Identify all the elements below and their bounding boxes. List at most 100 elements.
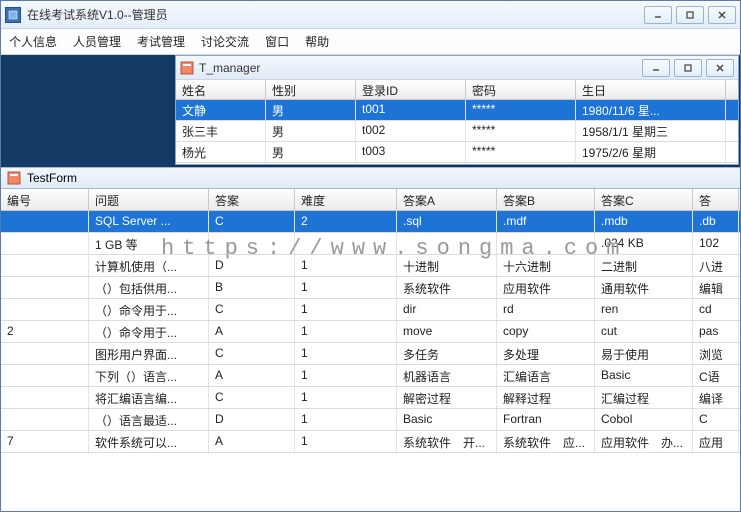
testform-cell[interactable] xyxy=(1,387,89,408)
testform-cell[interactable]: C xyxy=(209,211,295,232)
testform-cell[interactable]: cut xyxy=(595,321,693,342)
tf-col-answer[interactable]: 答案 xyxy=(209,189,295,210)
testform-cell[interactable]: 1 xyxy=(295,387,397,408)
manager-col-birthday[interactable]: 生日 xyxy=(576,80,726,99)
tf-col-b[interactable]: 答案B xyxy=(497,189,595,210)
testform-row[interactable]: （）命令用于...C1dirrdrencd xyxy=(1,299,740,321)
testform-cell[interactable]: 系统软件 xyxy=(397,277,497,298)
testform-cell[interactable]: 浏览 xyxy=(693,343,739,364)
testform-cell[interactable] xyxy=(1,255,89,276)
testform-cell[interactable]: C语 xyxy=(693,365,739,386)
testform-cell[interactable]: .mdf xyxy=(497,211,595,232)
testform-cell[interactable]: cd xyxy=(693,299,739,320)
manager-cell[interactable]: 杨光 xyxy=(176,142,266,162)
testform-cell[interactable]: （）命令用于... xyxy=(89,299,209,320)
testform-cell[interactable]: 1 xyxy=(295,431,397,452)
testform-cell[interactable]: 汇编语言 xyxy=(497,365,595,386)
manager-cell[interactable]: 张三丰 xyxy=(176,121,266,141)
testform-cell[interactable]: 机器语言 xyxy=(397,365,497,386)
tf-col-c[interactable]: 答案C xyxy=(595,189,693,210)
testform-cell[interactable]: copy xyxy=(497,321,595,342)
manager-col-password[interactable]: 密码 xyxy=(466,80,576,99)
testform-cell[interactable]: 1 xyxy=(295,277,397,298)
manager-cell[interactable]: 男 xyxy=(266,121,356,141)
manager-maximize-button[interactable] xyxy=(674,59,702,77)
testform-cell[interactable]: 应用 xyxy=(693,431,739,452)
testform-cell[interactable]: 2 xyxy=(295,211,397,232)
testform-row[interactable]: （）包括供用...B1系统软件应用软件通用软件编辑 xyxy=(1,277,740,299)
testform-cell[interactable]: 102 xyxy=(693,233,739,254)
testform-cell[interactable] xyxy=(1,299,89,320)
testform-cell[interactable]: 1 xyxy=(295,365,397,386)
tf-col-d[interactable]: 答 xyxy=(693,189,739,210)
testform-cell[interactable]: SQL Server ... xyxy=(89,211,209,232)
manager-cell[interactable]: t002 xyxy=(356,121,466,141)
testform-cell[interactable]: D xyxy=(209,255,295,276)
testform-row[interactable]: 7软件系统可以...A1系统软件 开...系统软件 应...应用软件 办...应… xyxy=(1,431,740,453)
testform-cell[interactable]: 八进 xyxy=(693,255,739,276)
testform-cell[interactable]: C xyxy=(209,299,295,320)
manager-cell[interactable]: 文静 xyxy=(176,100,266,120)
testform-cell[interactable]: 系统软件 应... xyxy=(497,431,595,452)
testform-cell[interactable]: move xyxy=(397,321,497,342)
testform-cell[interactable] xyxy=(1,343,89,364)
testform-cell[interactable] xyxy=(1,211,89,232)
testform-cell[interactable]: 二进制 xyxy=(595,255,693,276)
tf-col-difficulty[interactable]: 难度 xyxy=(295,189,397,210)
menu-discuss[interactable]: 讨论交流 xyxy=(201,33,249,50)
manager-cell[interactable]: ***** xyxy=(466,121,576,141)
testform-cell[interactable]: Basic xyxy=(595,365,693,386)
testform-cell[interactable]: C xyxy=(209,387,295,408)
testform-cell[interactable]: Cobol xyxy=(595,409,693,430)
testform-cell[interactable]: （）命令用于... xyxy=(89,321,209,342)
testform-row[interactable]: （）语言最适...D1BasicFortranCobolC xyxy=(1,409,740,431)
manager-row[interactable]: 张三丰男t002*****1958/1/1 星期三 xyxy=(176,121,738,142)
manager-cell[interactable]: 1975/2/6 星期 xyxy=(576,142,726,162)
testform-cell[interactable]: 将汇编语言编... xyxy=(89,387,209,408)
testform-cell[interactable]: 1 xyxy=(295,321,397,342)
testform-cell[interactable]: rd xyxy=(497,299,595,320)
testform-row[interactable]: SQL Server ...C2.sql.mdf.mdb.db xyxy=(1,211,740,233)
manager-col-name[interactable]: 姓名 xyxy=(176,80,266,99)
testform-cell[interactable] xyxy=(397,233,497,254)
testform-cell[interactable]: .sql xyxy=(397,211,497,232)
testform-cell[interactable] xyxy=(1,277,89,298)
testform-cell[interactable]: 多任务 xyxy=(397,343,497,364)
testform-cell[interactable]: Basic xyxy=(397,409,497,430)
manager-cell[interactable]: t001 xyxy=(356,100,466,120)
testform-cell[interactable]: 汇编过程 xyxy=(595,387,693,408)
testform-row[interactable]: 下列（）语言...A1机器语言汇编语言BasicC语 xyxy=(1,365,740,387)
testform-cell[interactable]: .db xyxy=(693,211,739,232)
close-button[interactable] xyxy=(708,6,736,24)
testform-cell[interactable]: 十进制 xyxy=(397,255,497,276)
minimize-button[interactable] xyxy=(644,6,672,24)
manager-close-button[interactable] xyxy=(706,59,734,77)
testform-cell[interactable]: 1 xyxy=(295,255,397,276)
testform-cell[interactable]: 软件系统可以... xyxy=(89,431,209,452)
testform-cell[interactable]: .mdb xyxy=(595,211,693,232)
testform-cell[interactable]: ren xyxy=(595,299,693,320)
testform-cell[interactable]: （）包括供用... xyxy=(89,277,209,298)
menu-staff[interactable]: 人员管理 xyxy=(73,33,121,50)
testform-cell[interactable]: 7 xyxy=(1,431,89,452)
testform-cell[interactable]: 下列（）语言... xyxy=(89,365,209,386)
testform-cell[interactable]: C xyxy=(693,409,739,430)
manager-cell[interactable]: t003 xyxy=(356,142,466,162)
manager-cell[interactable]: 男 xyxy=(266,142,356,162)
menu-window[interactable]: 窗口 xyxy=(265,33,289,50)
testform-row[interactable]: 图形用户界面...C1多任务多处理易于使用浏览 xyxy=(1,343,740,365)
testform-cell[interactable]: 2 xyxy=(1,321,89,342)
testform-cell[interactable]: 编辑 xyxy=(693,277,739,298)
manager-cell[interactable]: ***** xyxy=(466,142,576,162)
testform-cell[interactable]: 系统软件 开... xyxy=(397,431,497,452)
manager-cell[interactable]: 男 xyxy=(266,100,356,120)
manager-row[interactable]: 杨光男t003*****1975/2/6 星期 xyxy=(176,142,738,163)
manager-row[interactable]: 文静男t001*****1980/11/6 星... xyxy=(176,100,738,121)
testform-row[interactable]: 2（）命令用于...A1movecopycutpas xyxy=(1,321,740,343)
testform-cell[interactable]: 十六进制 xyxy=(497,255,595,276)
testform-cell[interactable]: A xyxy=(209,321,295,342)
testform-cell[interactable] xyxy=(209,233,295,254)
testform-cell[interactable]: 解释过程 xyxy=(497,387,595,408)
testform-cell[interactable] xyxy=(497,233,595,254)
testform-cell[interactable]: 应用软件 xyxy=(497,277,595,298)
